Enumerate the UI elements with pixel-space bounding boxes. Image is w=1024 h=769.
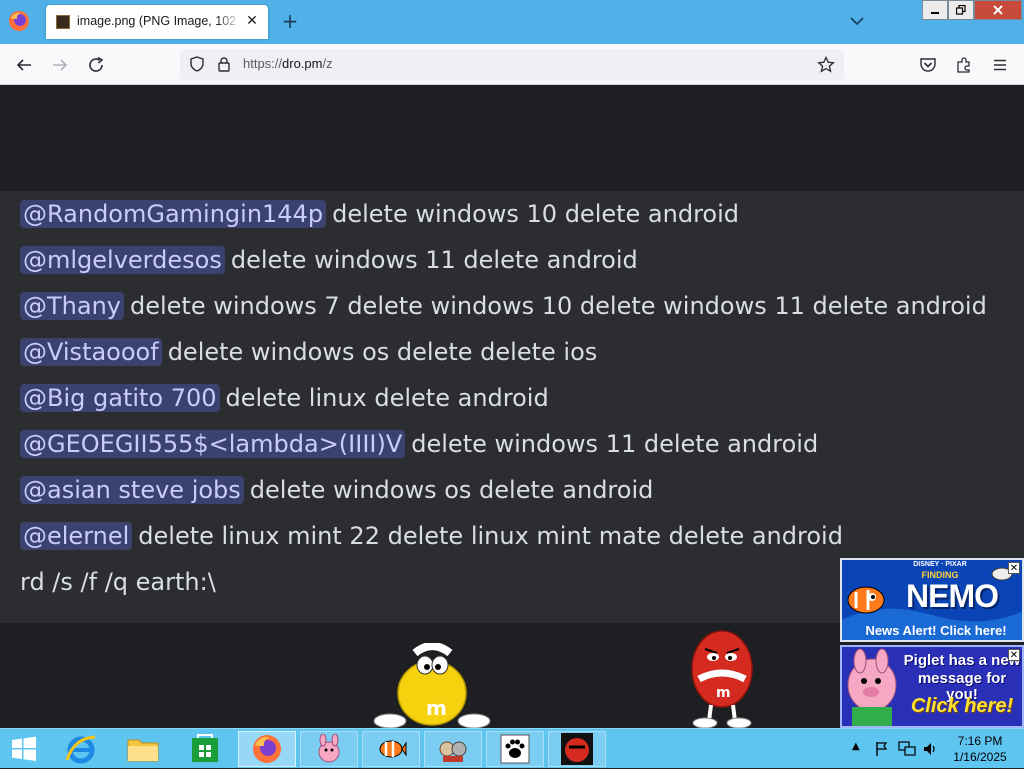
taskbar-clock[interactable]: 7:16 PM 1/16/2025	[940, 733, 1020, 765]
minimize-icon	[931, 12, 939, 14]
message-text: delete linux delete android	[225, 384, 549, 412]
ad-close-icon[interactable]: ✕	[1008, 562, 1020, 574]
network-icon[interactable]	[898, 741, 916, 757]
new-tab-plus-icon[interactable]: +	[280, 10, 300, 32]
url-text[interactable]: https://dro.pm/z	[243, 56, 333, 71]
volume-icon[interactable]	[922, 741, 938, 757]
taskbar-paw[interactable]	[486, 731, 544, 767]
red-character-icon	[561, 733, 593, 765]
taskbar-internet-explorer[interactable]	[52, 731, 110, 767]
tab-image-png[interactable]: image.png (PNG Image, 1025 × 768 pixels)…	[46, 5, 268, 39]
piglet-message-ad[interactable]: Piglet has a new message for you! Click …	[840, 645, 1024, 728]
list-all-tabs-chevron-icon[interactable]	[848, 12, 866, 30]
user-mention: @Big gatito 700	[20, 384, 220, 412]
message-text: delete windows 10 delete android	[332, 200, 740, 228]
start-button[interactable]	[0, 731, 48, 767]
paw-icon	[500, 734, 530, 764]
chat-line: @mlgelverdesos delete windows 11 delete a…	[20, 243, 638, 277]
yellow-mm-mascot[interactable]: m	[370, 643, 495, 728]
browser-nav-bar: https://dro.pm/z	[0, 44, 1024, 85]
chat-line: @asian steve jobs delete windows os delet…	[20, 473, 653, 507]
ad-line-1: Piglet has a new	[903, 652, 1021, 669]
taskbar-store[interactable]	[176, 731, 234, 767]
taskbar-firefox[interactable]	[238, 731, 296, 767]
clownfish-icon	[379, 740, 407, 758]
hamburger-menu-icon[interactable]	[989, 54, 1011, 76]
user-mention: @elernel	[20, 522, 133, 550]
browser-tab-bar: image.png (PNG Image, 1025 × 768 pixels)…	[0, 0, 1024, 44]
user-mention: @asian steve jobs	[20, 476, 244, 504]
back-arrow-icon[interactable]	[13, 54, 35, 76]
user-mention: @GEOEGII555$<lambda>(IIII)V	[20, 430, 406, 458]
characters-icon	[439, 741, 467, 762]
taskbar-file-explorer[interactable]	[114, 731, 172, 767]
firefox-icon	[253, 735, 281, 763]
pocket-icon[interactable]	[917, 54, 939, 76]
tab-title-fade	[216, 9, 241, 35]
bookmark-star-icon[interactable]	[817, 56, 835, 74]
tracking-protection-shield-icon[interactable]	[189, 56, 205, 72]
user-mention: @Vistaooof	[20, 338, 162, 366]
internet-explorer-icon	[65, 735, 96, 764]
taskbar-piglet[interactable]	[300, 731, 358, 767]
chat-line: @Thany delete windows 7 delete windows 10…	[20, 289, 987, 323]
url-bar[interactable]: https://dro.pm/z	[180, 49, 844, 80]
chat-line: @Vistaooof delete windows os delete delet…	[20, 335, 597, 369]
mascot-letter: m	[716, 685, 731, 701]
restore-icon	[956, 5, 966, 15]
url-scheme: https://	[243, 56, 283, 71]
windows-logo-icon	[12, 736, 36, 761]
ad-cta: Click here!	[910, 695, 1014, 717]
forward-arrow-icon[interactable]	[49, 54, 71, 76]
message-text: delete windows 11 delete android	[230, 246, 638, 274]
message-text: delete windows os delete android	[249, 476, 654, 504]
taskbar-red-mm[interactable]	[548, 731, 606, 767]
lock-icon[interactable]	[217, 56, 231, 72]
close-icon	[993, 5, 1003, 15]
show-hidden-icons-icon[interactable]: ▲	[852, 741, 860, 752]
message-text: delete windows os delete delete ios	[167, 338, 598, 366]
clock-time: 7:16 PM	[957, 734, 1003, 748]
window-close-button[interactable]	[974, 0, 1022, 20]
store-icon	[192, 734, 218, 762]
window-restore-button[interactable]	[948, 0, 974, 20]
ad-cta: News Alert! Click here!	[865, 623, 1007, 638]
extensions-puzzle-icon[interactable]	[953, 54, 975, 76]
chat-line: @GEOEGII555$<lambda>(IIII)V delete window…	[20, 427, 818, 461]
command-line: rd /s /f /q earth:\	[20, 568, 216, 596]
reload-icon[interactable]	[85, 54, 107, 76]
message-text: delete windows 7 delete windows 10 delet…	[130, 292, 987, 320]
tab-title: image.png (PNG Image, 1025 × 768 pixels)	[77, 14, 237, 28]
firefox-icon[interactable]	[8, 10, 30, 32]
mascot-letter: m	[426, 696, 447, 720]
user-mention: @mlgelverdesos	[20, 246, 225, 274]
ad-title-main: NEMO	[906, 578, 999, 614]
message-text: delete windows 11 delete android	[411, 430, 819, 458]
user-mention: @Thany	[20, 292, 124, 320]
url-host: dro.pm	[282, 56, 323, 71]
ad-brand: DISNEY · PIXAR	[913, 561, 967, 568]
clock-date: 1/16/2025	[953, 750, 1007, 764]
action-center-flag-icon[interactable]	[874, 741, 890, 757]
red-mm-mascot[interactable]: m	[685, 617, 757, 728]
finding-nemo-ad[interactable]: DISNEY · PIXAR FINDING NEMO News Alert! …	[840, 558, 1024, 642]
folder-icon	[127, 739, 159, 762]
image-favicon-icon	[56, 15, 70, 29]
piglet-icon	[318, 734, 340, 763]
chat-line: @Big gatito 700 delete linux delete andro…	[20, 381, 549, 415]
taskbar-bonzi[interactable]	[424, 731, 482, 767]
windows-taskbar: ▲ 7:16 PM 1/16/2025	[0, 728, 1024, 768]
chat-line: @RandomGamingin144p delete windows 10 del…	[20, 197, 739, 231]
tab-close-icon[interactable]: ✕	[244, 13, 260, 29]
system-tray: ▲	[850, 729, 940, 769]
message-text: delete linux mint 22 delete linux mint m…	[138, 522, 843, 550]
url-path: /z	[322, 56, 333, 71]
taskbar-nemo[interactable]	[362, 731, 420, 767]
window-minimize-button[interactable]	[922, 0, 948, 20]
ad-close-icon[interactable]: ✕	[1008, 649, 1020, 661]
user-mention: @RandomGamingin144p	[20, 200, 327, 228]
chat-line: @elernel delete linux mint 22 delete linu…	[20, 519, 843, 553]
